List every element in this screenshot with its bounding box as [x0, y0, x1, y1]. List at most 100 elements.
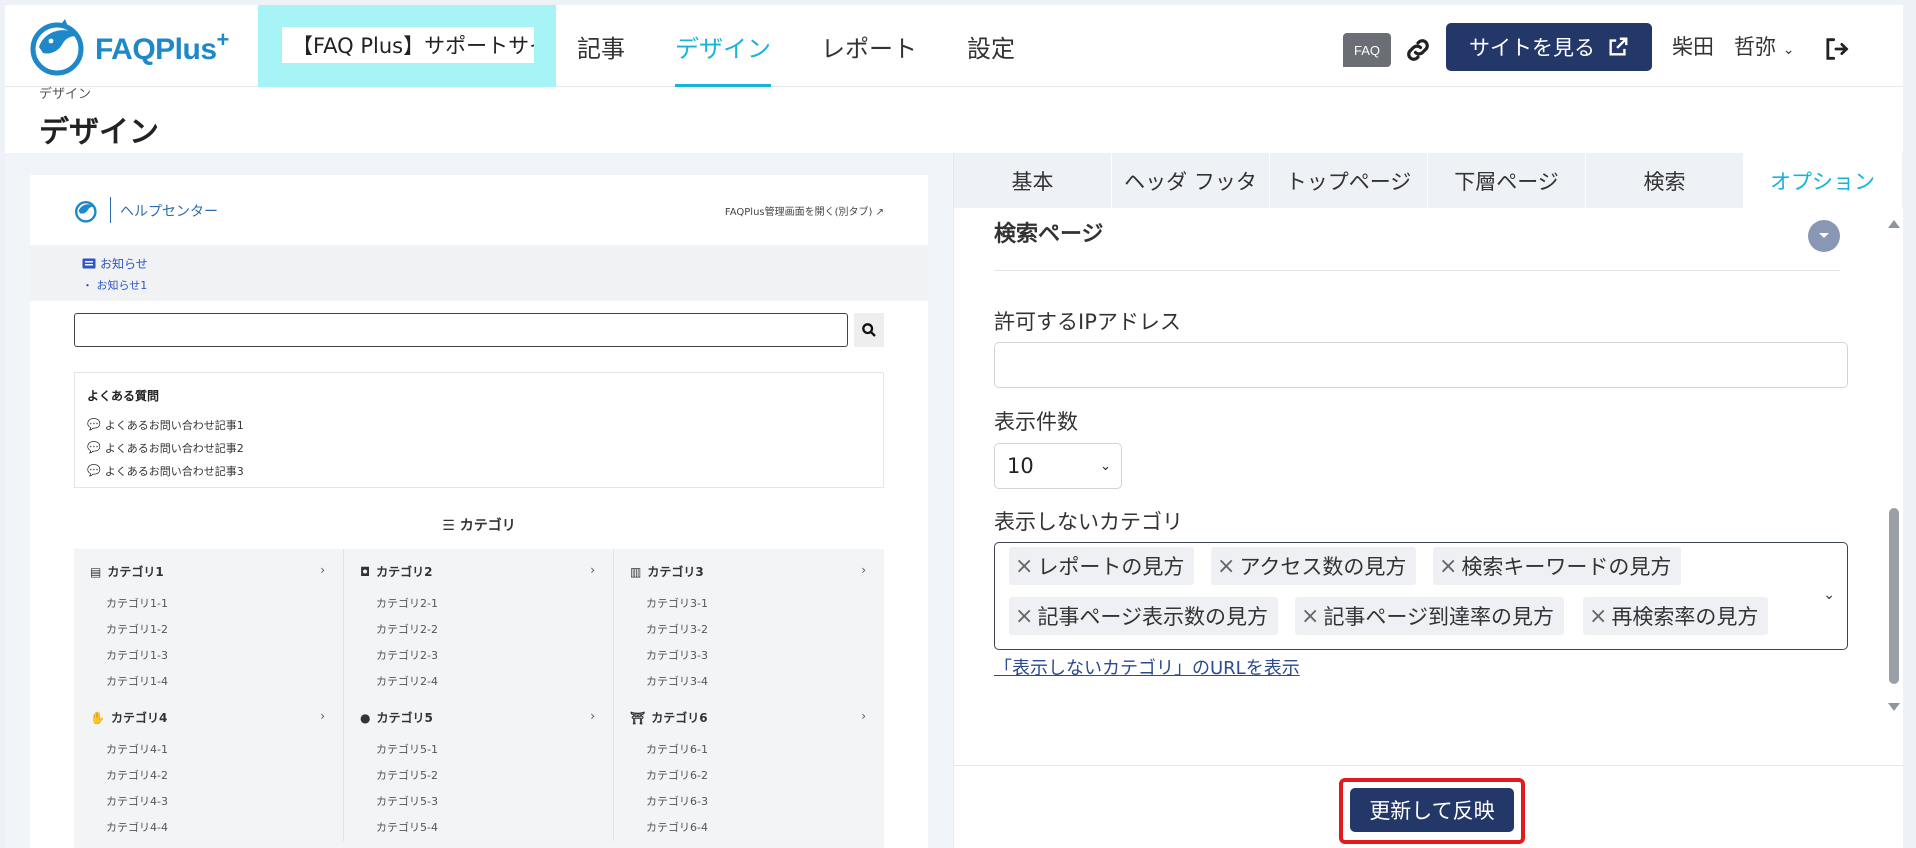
close-icon[interactable]: ×	[1439, 554, 1457, 579]
panel-footer: 更新して反映	[954, 765, 1903, 848]
dolphin-logo-icon	[75, 201, 97, 223]
list-item[interactable]: カテゴリ1-1	[106, 590, 327, 616]
list-item[interactable]: カテゴリ3-4	[646, 668, 868, 694]
site-selector[interactable]: 【FAQ Plus】サポートサイト	[282, 27, 534, 63]
category-card[interactable]: ● カテゴリ5 › カテゴリ5-1 カテゴリ5-2 カテゴリ5-3 カテゴリ5-4	[344, 695, 614, 841]
list-item[interactable]: カテゴリ1-4	[106, 668, 327, 694]
category-card[interactable]: ▤ カテゴリ1 › カテゴリ1-1 カテゴリ1-2 カテゴリ1-3 カテゴリ1-4	[74, 549, 344, 695]
category-head: ◘ カテゴリ2	[360, 563, 597, 580]
hidden-category-multiselect[interactable]: × レポートの見方 × アクセス数の見方 × 検索キーワードの見方 × 記事ページ表示数…	[994, 542, 1848, 650]
update-button[interactable]: 更新して反映	[1350, 788, 1514, 832]
chevron-right-icon: ›	[861, 563, 866, 577]
tab-header-footer[interactable]: ヘッダ フッタ	[1112, 153, 1270, 208]
category-card[interactable]: ⛩ カテゴリ6 › カテゴリ6-1 カテゴリ6-2 カテゴリ6-3 カテゴリ6-4	[614, 695, 884, 841]
list-item[interactable]: カテゴリ4-3	[106, 788, 327, 814]
list-item[interactable]: カテゴリ5-4	[376, 814, 597, 840]
faqplus-logo[interactable]: FAQPlus+	[29, 17, 229, 77]
preview-admin-link-text: FAQPlus管理画面を開く(別タブ)	[724, 207, 873, 218]
list-item[interactable]: カテゴリ2-1	[376, 590, 597, 616]
tab-top-page[interactable]: トップページ	[1270, 153, 1428, 208]
preview-header: ヘルプセンター FAQPlus管理画面を開く(別タブ) ↗	[30, 175, 928, 245]
user-menu[interactable]: 柴田 哲弥 ⌄	[1672, 5, 1794, 87]
tab-sub-page[interactable]: 下層ページ	[1428, 153, 1586, 208]
chip-label: アクセス数の見方	[1239, 555, 1407, 579]
close-icon[interactable]: ×	[1015, 554, 1033, 579]
list-item[interactable]: カテゴリ2-4	[376, 668, 597, 694]
link-icon[interactable]	[1403, 35, 1433, 65]
view-site-button[interactable]: サイトを見る	[1446, 23, 1652, 71]
subcategory-list: カテゴリ5-1 カテゴリ5-2 カテゴリ5-3 カテゴリ5-4	[360, 736, 597, 840]
count-select[interactable]: 10 ⌄	[994, 443, 1122, 489]
scrollbar-thumb[interactable]	[1889, 508, 1899, 684]
ip-address-input[interactable]	[994, 342, 1848, 388]
faq-badge-icon[interactable]: FAQ	[1343, 33, 1391, 67]
list-item[interactable]: カテゴリ2-2	[376, 616, 597, 642]
ip-label: 許可するIPアドレス	[994, 310, 1181, 334]
list-item[interactable]: 💬 よくあるお問い合わせ記事1	[87, 413, 244, 436]
preview-search-input[interactable]	[74, 313, 848, 347]
category-card[interactable]: ▥ カテゴリ3 › カテゴリ3-1 カテゴリ3-2 カテゴリ3-3 カテゴリ3-4	[614, 549, 884, 695]
tab-options[interactable]: オプション	[1744, 153, 1902, 208]
newspaper-icon	[82, 258, 96, 269]
subcategory-list: カテゴリ3-1 カテゴリ3-2 カテゴリ3-3 カテゴリ3-4	[630, 590, 868, 694]
list-item[interactable]: カテゴリ6-4	[646, 814, 868, 840]
category-card[interactable]: ✋ カテゴリ4 › カテゴリ4-1 カテゴリ4-2 カテゴリ4-3 カテゴリ4-4	[74, 695, 344, 841]
preview-help-center[interactable]: ヘルプセンター	[120, 201, 218, 221]
category-head: ▤ カテゴリ1	[90, 563, 327, 580]
preview-search-button[interactable]	[854, 313, 884, 347]
tab-search[interactable]: 検索	[1586, 153, 1744, 208]
preview-news-item[interactable]: ・ お知らせ1	[82, 277, 147, 293]
chevron-down-icon: ⌄	[1782, 42, 1795, 58]
subcategory-list: カテゴリ4-1 カテゴリ4-2 カテゴリ4-3 カテゴリ4-4	[90, 736, 327, 840]
nav-label: 設定	[967, 34, 1015, 63]
hidden-category-url-link[interactable]: 「表示しないカテゴリ」のURLを表示	[994, 654, 1300, 680]
list-item[interactable]: 💬 よくあるお問い合わせ記事3	[87, 459, 244, 482]
category-chip: × 記事ページ表示数の見方	[1009, 597, 1279, 635]
category-name: カテゴリ5	[376, 711, 433, 725]
chip-label: 検索キーワードの見方	[1461, 555, 1672, 579]
chevron-right-icon: ›	[590, 563, 595, 577]
list-item[interactable]: カテゴリ6-1	[646, 736, 868, 762]
collapse-button[interactable]	[1808, 220, 1840, 252]
nav-settings[interactable]: 設定	[967, 5, 1015, 87]
tab-basic[interactable]: 基本	[954, 153, 1112, 208]
list-item[interactable]: カテゴリ5-1	[376, 736, 597, 762]
close-icon[interactable]: ×	[1589, 604, 1607, 629]
scroll-up-icon[interactable]	[1888, 220, 1900, 228]
list-item[interactable]: カテゴリ1-2	[106, 616, 327, 642]
list-item[interactable]: カテゴリ4-4	[106, 814, 327, 840]
nav-articles[interactable]: 記事	[577, 5, 625, 87]
list-item[interactable]: カテゴリ3-2	[646, 616, 868, 642]
list-item[interactable]: カテゴリ6-3	[646, 788, 868, 814]
list-item[interactable]: カテゴリ6-2	[646, 762, 868, 788]
chip-label: 再検索率の見方	[1611, 605, 1759, 629]
app-window: FAQPlus+ 【FAQ Plus】サポートサイト 記事 デザイン レポート …	[5, 5, 1903, 848]
category-icon: ▤	[90, 564, 102, 579]
list-item[interactable]: 💬 よくあるお問い合わせ記事2	[87, 436, 244, 459]
nav-reports[interactable]: レポート	[821, 5, 917, 87]
close-icon[interactable]: ×	[1015, 604, 1033, 629]
preview-news-title[interactable]: お知らせ	[82, 255, 148, 272]
category-card[interactable]: ◘ カテゴリ2 › カテゴリ2-1 カテゴリ2-2 カテゴリ2-3 カテゴリ2-4	[344, 549, 614, 695]
scroll-down-icon[interactable]	[1888, 703, 1900, 711]
nav-design[interactable]: デザイン	[675, 5, 771, 87]
chip-label: レポートの見方	[1037, 555, 1185, 579]
close-icon[interactable]: ×	[1217, 554, 1235, 579]
list-item[interactable]: カテゴリ4-1	[106, 736, 327, 762]
list-item[interactable]: カテゴリ3-1	[646, 590, 868, 616]
list-item[interactable]: カテゴリ1-3	[106, 642, 327, 668]
list-item[interactable]: カテゴリ5-2	[376, 762, 597, 788]
list-item[interactable]: カテゴリ5-3	[376, 788, 597, 814]
site-selector-container: 【FAQ Plus】サポートサイト	[258, 5, 556, 87]
list-item[interactable]: カテゴリ4-2	[106, 762, 327, 788]
list-item[interactable]: カテゴリ2-3	[376, 642, 597, 668]
preview-admin-link[interactable]: FAQPlus管理画面を開く(別タブ) ↗	[725, 203, 884, 218]
chart-icon: ▥	[630, 564, 642, 579]
list-item-text: よくあるお問い合わせ記事1	[104, 418, 244, 432]
close-icon[interactable]: ×	[1301, 604, 1319, 629]
chevron-down-icon	[1819, 233, 1829, 238]
list-item[interactable]: カテゴリ3-3	[646, 642, 868, 668]
logout-icon[interactable]	[1822, 35, 1850, 63]
hand-icon: ✋	[90, 710, 105, 725]
scrollbar[interactable]	[1886, 208, 1902, 763]
